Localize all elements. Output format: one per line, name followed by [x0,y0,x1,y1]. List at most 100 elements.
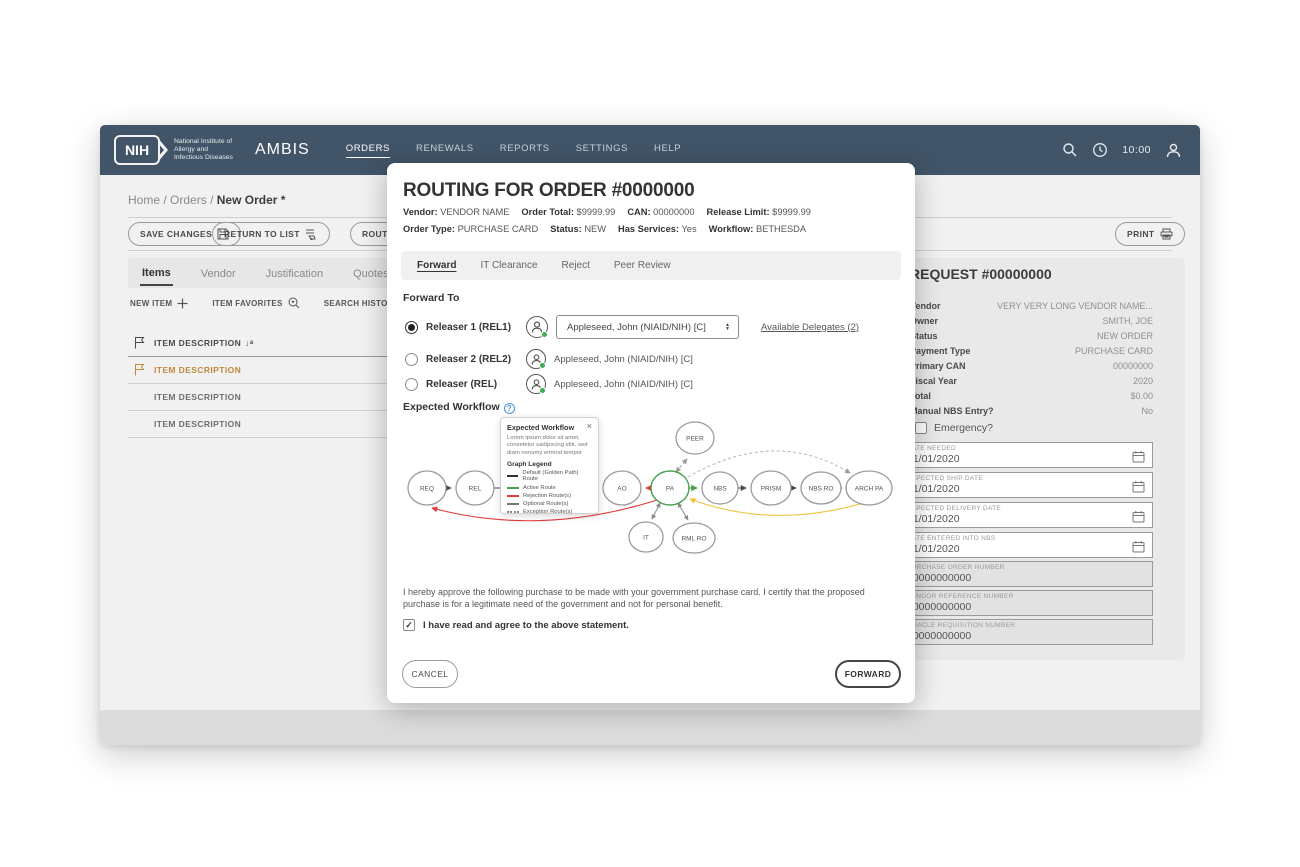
legend-label: Optional Route(s) [523,501,568,507]
legend-label: Rejection Route(s) [523,493,571,499]
node-req[interactable]: REQ [420,486,434,493]
help-icon[interactable]: ? [504,403,515,414]
node-nbs[interactable]: NBS [713,486,727,493]
field-label: Primary CAN [910,361,966,371]
agree-checkbox[interactable]: ✓ [403,619,415,631]
workflow-diagram: REQ REL AO PA NBS PRISM NBS RO ARCH PA P… [400,415,900,565]
date-field-label: DATE ENTERED INTO NBS [907,535,1146,542]
breadcrumb-home[interactable]: Home [128,193,160,207]
expected-delivery-date-field[interactable]: EXPECTED DELIVERY DATE 01/01/2020 [900,502,1153,528]
field-label: Fiscal Year [910,376,957,386]
request-summary-panel: REQUEST #00000000 VendorVERY VERY LONG V… [902,258,1185,660]
available-delegates-link[interactable]: Available Delegates (2) [761,322,859,333]
search-icon[interactable] [1062,142,1078,158]
expected-workflow-heading: Expected Workflow? [403,401,515,414]
date-field-value: 01/01/2020 [907,513,1146,525]
modal-tab-peer-review[interactable]: Peer Review [614,260,671,271]
nav-item-settings[interactable]: SETTINGS [576,143,628,158]
close-icon[interactable]: × [587,421,592,431]
calendar-icon[interactable] [1132,510,1145,523]
oracle-requisition-number-field[interactable]: ORACLE REQUISITION NUMBER 00000000000 [900,619,1153,645]
tab-items[interactable]: Items [140,261,173,286]
releaser-radio[interactable] [405,378,418,391]
breadcrumb-separator: / [163,193,166,207]
cancel-button[interactable]: CANCEL [402,660,458,688]
workflow-tooltip: Expected Workflow × Lorem ipsum dolor si… [500,417,599,514]
breadcrumb-current: New Order * [217,193,286,207]
modal-tabs: Forward IT Clearance Reject Peer Review [401,251,901,280]
node-prism[interactable]: PRISM [761,486,782,493]
tab-quotes[interactable]: Quotes [351,262,390,285]
field-label: Manual NBS Entry? [910,406,994,416]
node-nbs-ro[interactable]: NBS RO [809,486,834,493]
releaser-2-name: Appleseed, John (NIAID/NIH) [C] [554,354,693,365]
field-value: $0.00 [1130,391,1153,401]
routing-modal: ROUTING FOR ORDER #0000000 Vendor: VENDO… [387,163,915,703]
emergency-label: Emergency? [934,422,993,434]
date-needed-field[interactable]: DATE NEEDED 01/01/2020 [900,442,1153,468]
vendor-reference-number-field[interactable]: VENDOR REFERENCE NUMBER 00000000000 [900,590,1153,616]
releaser-1-radio[interactable] [405,321,418,334]
nav-item-orders[interactable]: ORDERS [346,143,390,158]
node-it[interactable]: IT [643,535,649,542]
releaser-1-dropdown[interactable]: Appleseed, John (NIAID/NIH) [C] ▲▼ [556,315,739,339]
releaser-1-row: Releaser 1 (REL1) Appleseed, John (NIAID… [405,315,859,339]
date-field-label: DATE NEEDED [907,445,1146,452]
releaser-2-row: Releaser 2 (REL2) Appleseed, John (NIAID… [405,349,693,369]
node-rml-ro[interactable]: RML RO [681,536,706,543]
flag-icon[interactable] [134,336,145,349]
tab-justification[interactable]: Justification [264,262,325,285]
tab-vendor[interactable]: Vendor [199,262,238,285]
node-rel[interactable]: REL [469,486,482,493]
date-entered-nbs-field[interactable]: DATE ENTERED INTO NBS 01/01/2020 [900,532,1153,558]
field-value: NEW ORDER [1097,331,1153,341]
flag-icon[interactable] [134,363,145,376]
institute-name: National Institute of Allergy and Infect… [174,138,233,163]
return-to-list-label: RETURN TO LIST [224,229,300,239]
workflow-edges [432,451,860,521]
forward-button[interactable]: FORWARD [835,660,901,688]
purchase-order-number-field[interactable]: PURCHASE ORDER NUMBER 00000000000 [900,561,1153,587]
calendar-icon[interactable] [1132,450,1145,463]
calendar-icon[interactable] [1132,540,1145,553]
status-dot [541,331,548,338]
table-cell-label: ITEM DESCRIPTION [154,365,241,375]
field-value: VERY VERY LONG VENDOR NAME... [997,301,1153,311]
item-favorites-button[interactable]: ITEM FAVORITES [212,297,299,309]
tooltip-title: Expected Workflow [507,423,592,432]
nih-logo: NIH [114,135,160,165]
item-favorites-label: ITEM FAVORITES [212,299,282,308]
nav-item-reports[interactable]: REPORTS [500,143,550,158]
breadcrumb-orders[interactable]: Orders [170,193,207,207]
user-icon[interactable] [1165,142,1182,159]
node-arch-pa[interactable]: ARCH PA [855,486,884,493]
number-field-label: VENDOR REFERENCE NUMBER [907,593,1146,600]
node-pa-active[interactable]: PA [666,486,675,493]
clock-icon[interactable] [1092,142,1108,158]
modal-tab-it-clearance[interactable]: IT Clearance [480,260,537,271]
releaser-name: Appleseed, John (NIAID/NIH) [C] [554,379,693,390]
status-dot [539,362,546,369]
modal-tab-reject[interactable]: Reject [562,260,590,271]
return-to-list-button[interactable]: RETURN TO LIST [212,222,330,246]
agree-label: I have read and agree to the above state… [423,620,629,631]
date-field-label: EXPECTED SHIP DATE [907,475,1146,482]
request-panel-title: REQUEST #00000000 [910,266,1052,282]
legend-swatch-default [507,475,518,477]
print-button[interactable]: PRINT [1115,222,1185,246]
node-ao[interactable]: AO [617,486,626,493]
modal-tab-forward[interactable]: Forward [417,260,456,271]
calendar-icon[interactable] [1132,480,1145,493]
legend-swatch-optional [507,503,519,505]
new-item-button[interactable]: NEW ITEM [130,298,188,309]
releaser-2-radio[interactable] [405,353,418,366]
emergency-checkbox[interactable] [915,422,927,434]
column-header-label[interactable]: ITEM DESCRIPTION [154,338,241,348]
nav-item-renewals[interactable]: RENEWALS [416,143,474,158]
node-peer[interactable]: PEER [686,436,704,443]
window-footer [100,710,1200,745]
expected-ship-date-field[interactable]: EXPECTED SHIP DATE 01/01/2020 [900,472,1153,498]
nav-item-help[interactable]: HELP [654,143,681,158]
releaser-2-label: Releaser 2 (REL2) [426,354,518,365]
legend-label: Default (Golden Path) Route [522,470,592,482]
